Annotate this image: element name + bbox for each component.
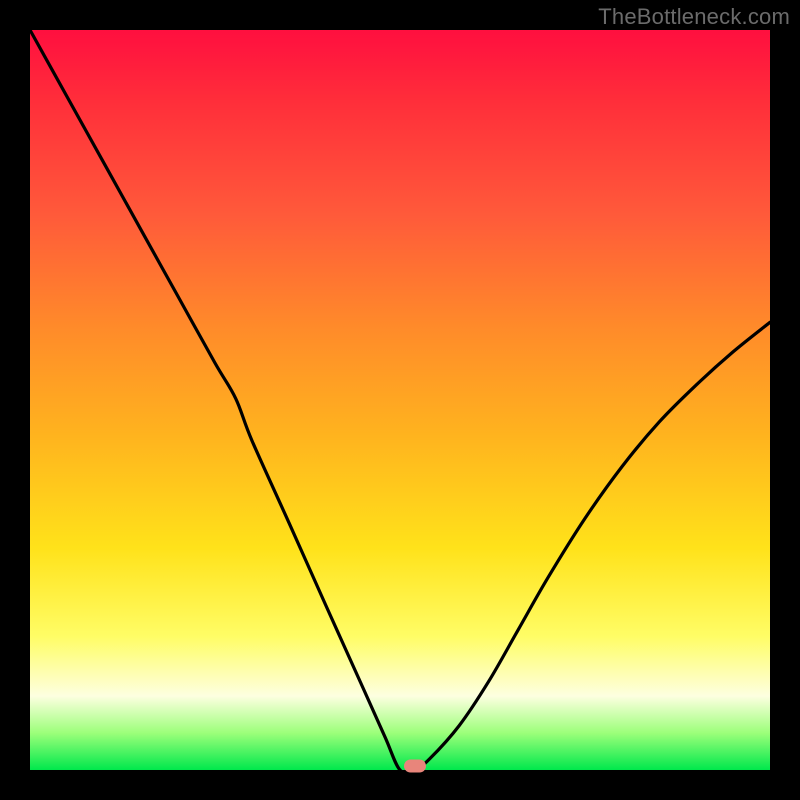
bottleneck-curve: [30, 30, 770, 770]
watermark-text: TheBottleneck.com: [598, 4, 790, 30]
curve-svg: [30, 30, 770, 770]
chart-frame: TheBottleneck.com: [0, 0, 800, 800]
plot-area: [30, 30, 770, 770]
